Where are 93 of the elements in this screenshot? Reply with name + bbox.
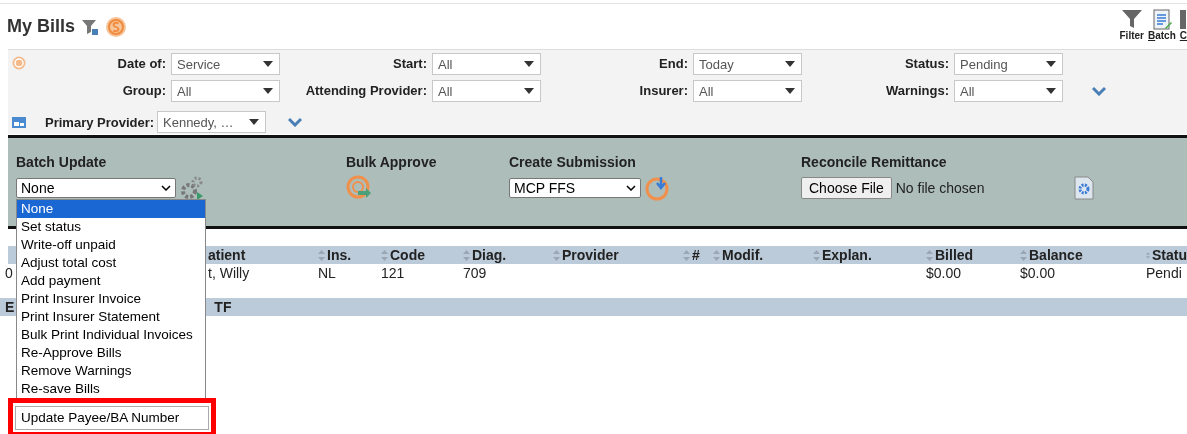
caret-icon [524,88,534,94]
caret-icon [161,185,171,191]
column-header[interactable]: Explan. [822,247,872,263]
dropdown-option[interactable]: Add payment [17,272,205,290]
file-status: No file chosen [895,180,985,196]
chevron-down-icon[interactable] [1092,86,1106,96]
dropdown-option[interactable]: Print Insurer Invoice [17,290,205,308]
filter-label: Start: [392,55,427,73]
filter-select[interactable]: Today [693,53,802,75]
column-header[interactable]: # [692,247,700,263]
column-header[interactable]: Billed [935,247,974,263]
filter-select[interactable]: All [432,53,541,75]
filter-select[interactable]: Service [171,53,280,75]
dropdown-option[interactable]: Re-Approve Bills [17,344,205,362]
caret-icon [626,185,636,191]
chevron-down-icon[interactable] [288,117,302,127]
section-title: Create Submission [509,154,637,170]
table-cell: NL [318,265,336,281]
column-header[interactable]: atient [208,247,246,263]
caret-icon [524,61,534,67]
filter-select[interactable]: All [693,80,802,102]
column-header[interactable]: Statu [1152,247,1187,263]
sort-icon[interactable] [1020,249,1027,261]
sort-icon[interactable] [683,249,690,261]
column-header[interactable]: Balance [1029,247,1083,263]
approve-icon[interactable] [346,175,372,201]
submission-select[interactable]: MCP FFS [509,178,641,198]
sort-icon[interactable] [926,249,933,261]
filter-label: End: [658,55,688,73]
table-cell: 709 [463,265,487,281]
table-cell: $0.00 [1020,265,1056,281]
column-header[interactable]: Provider [562,247,619,263]
column-header[interactable]: Diag. [472,247,507,263]
filter-select[interactable]: All [954,80,1063,102]
choose-file-button[interactable]: Choose File [801,177,892,199]
sort-icon[interactable] [553,249,560,261]
filter-label: Warnings: [884,82,949,100]
filter-icon[interactable] [1120,8,1143,30]
dropdown-option[interactable]: Re-save Bills [17,380,205,398]
submit-icon[interactable] [645,175,671,201]
section-title: Reconcile Remittance [801,154,948,170]
dropdown-option[interactable]: Adjust total cost [17,254,205,272]
toolbar-icon[interactable] [1180,8,1187,30]
id-card-icon[interactable] [12,116,26,128]
caret-icon [785,61,795,67]
dropdown-option[interactable]: Update Payee/BA Number [15,406,209,430]
caret-icon [249,119,259,125]
section-title: Batch Update [16,154,108,170]
sort-icon[interactable] [713,249,720,261]
toolbar-label[interactable]: Filter [1119,30,1144,41]
filter-select[interactable]: Pending [954,53,1063,75]
dropdown-option[interactable]: Print Insurer Statement [17,308,205,326]
caret-icon [1046,61,1056,67]
notepad-icon[interactable] [1150,8,1173,30]
filter-select[interactable]: All [171,80,280,102]
sort-icon[interactable] [463,249,470,261]
caret-icon [263,61,273,67]
dropdown-option[interactable]: Bulk Print Individual Invoices [17,326,205,344]
page-title: My Bills [7,16,76,37]
filter-label: Insurer: [638,82,688,100]
table-cell: $0.00 [926,265,962,281]
dropdown-option[interactable]: Remove Warnings [17,362,205,380]
sort-icon[interactable] [813,249,820,261]
caret-icon [785,88,795,94]
column-header[interactable]: Code [390,247,425,263]
sort-icon[interactable] [318,249,325,261]
batch-update-select[interactable]: None [16,178,176,198]
filter-label: Status: [903,55,949,73]
filter-select[interactable]: Kennedy, … [157,111,266,133]
table-cell: t, Willy [208,265,250,281]
table-cell: 121 [381,265,405,281]
group-label: TF [214,299,232,315]
sort-icon[interactable] [381,249,388,261]
dropdown-option[interactable]: Write-off unpaid [17,236,205,254]
caret-icon [1046,88,1056,94]
filter-label: Primary Provider: [45,113,152,132]
table-cell: Pendi [1146,265,1182,281]
table-cell: 0 [5,265,13,281]
column-header[interactable]: Modif. [722,247,764,263]
dropdown-option[interactable]: None [17,200,205,218]
group-label: E [5,299,15,315]
document-gear-icon[interactable] [1074,176,1095,200]
filter-label: Group: [121,82,166,100]
caret-icon [263,88,273,94]
filter-label: Date of: [116,55,166,73]
toolbar-label[interactable]: C [1179,30,1187,41]
filter-save-icon[interactable] [81,17,100,36]
section-title: Bulk Approve [346,154,438,170]
toolbar-label[interactable]: Batch [1147,30,1176,41]
dropdown-option[interactable]: Set status [17,218,205,236]
column-header[interactable]: Ins. [327,247,352,263]
filter-select[interactable]: All [432,80,541,102]
filter-label: Attending Provider: [304,82,427,100]
